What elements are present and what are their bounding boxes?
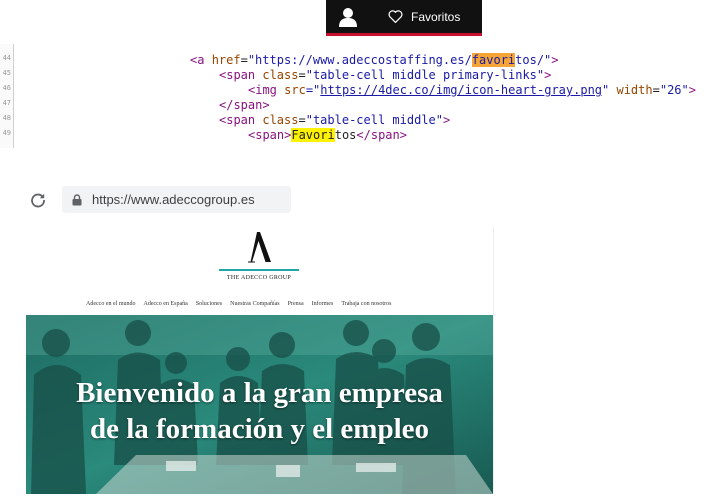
line-number: 49 [2,129,11,137]
img-src-link[interactable]: https://4dec.co/img/icon-heart-gray.png [320,83,602,97]
line-number: 44 [2,54,11,62]
hero-banner: Bienvenido a la gran empresa de la forma… [26,315,493,494]
adecco-logo-mark[interactable] [244,231,274,263]
site-nav: Adecco en el mundo Adecco en España Solu… [86,301,391,307]
favorites-label: Favoritos [411,9,461,24]
nav-item-adecco-mundo[interactable]: Adecco en el mundo [86,301,135,307]
hero-title-line1: Bienvenido a la gran empresa [76,377,443,409]
favorites-link[interactable]: Favoritos [388,10,460,24]
heart-outline-icon [388,10,403,23]
url-text: https://www.adeccogroup.es [92,192,255,207]
code-line-favoritos: <span>Favoritos</span> [248,128,407,142]
user-account-button[interactable] [330,0,366,33]
line-number: 46 [2,84,11,92]
code-line-span-middle: <span class="table-cell middle"> [219,113,451,127]
header-bar: Favoritos [326,0,482,36]
line-gutter: 44 45 46 47 48 49 [0,44,14,148]
nav-item-soluciones[interactable]: Soluciones [196,301,222,307]
line-number: 45 [2,69,11,77]
logo-divider [219,269,299,271]
nav-item-adecco-espana[interactable]: Adecco en España [143,301,187,307]
line-number: 47 [2,99,11,107]
code-snippet: 44 45 46 47 48 49 <a href="https://www.a… [0,44,711,148]
code-line-anchor: <a href="https://www.adeccostaffing.es/f… [190,53,559,67]
search-highlight-current: favori [471,53,516,67]
user-icon [339,7,357,27]
nav-item-trabaja[interactable]: Trabaja con nosotros [341,301,391,307]
code-line-span-primary: <span class="table-cell middle primary-l… [219,68,552,82]
address-bar[interactable]: https://www.adeccogroup.es [62,186,291,213]
code-line-img: <img src="https://4dec.co/img/icon-heart… [248,83,696,97]
line-number: 48 [2,114,11,122]
lock-icon[interactable] [72,193,82,206]
nav-item-prensa[interactable]: Prensa [288,301,304,307]
search-highlight-match: Favori [291,128,335,142]
nav-item-informes[interactable]: Informes [312,301,334,307]
reload-icon[interactable] [30,192,46,208]
code-line-span-close: </span> [219,98,270,112]
website-viewport: THE ADECCO GROUP Adecco en el mundo Adec… [26,227,494,494]
nav-item-companias[interactable]: Nuestras Compañías [230,301,280,307]
hero-title-line2: de la formación y el empleo [89,413,430,445]
logo-text: THE ADECCO GROUP [226,275,292,281]
